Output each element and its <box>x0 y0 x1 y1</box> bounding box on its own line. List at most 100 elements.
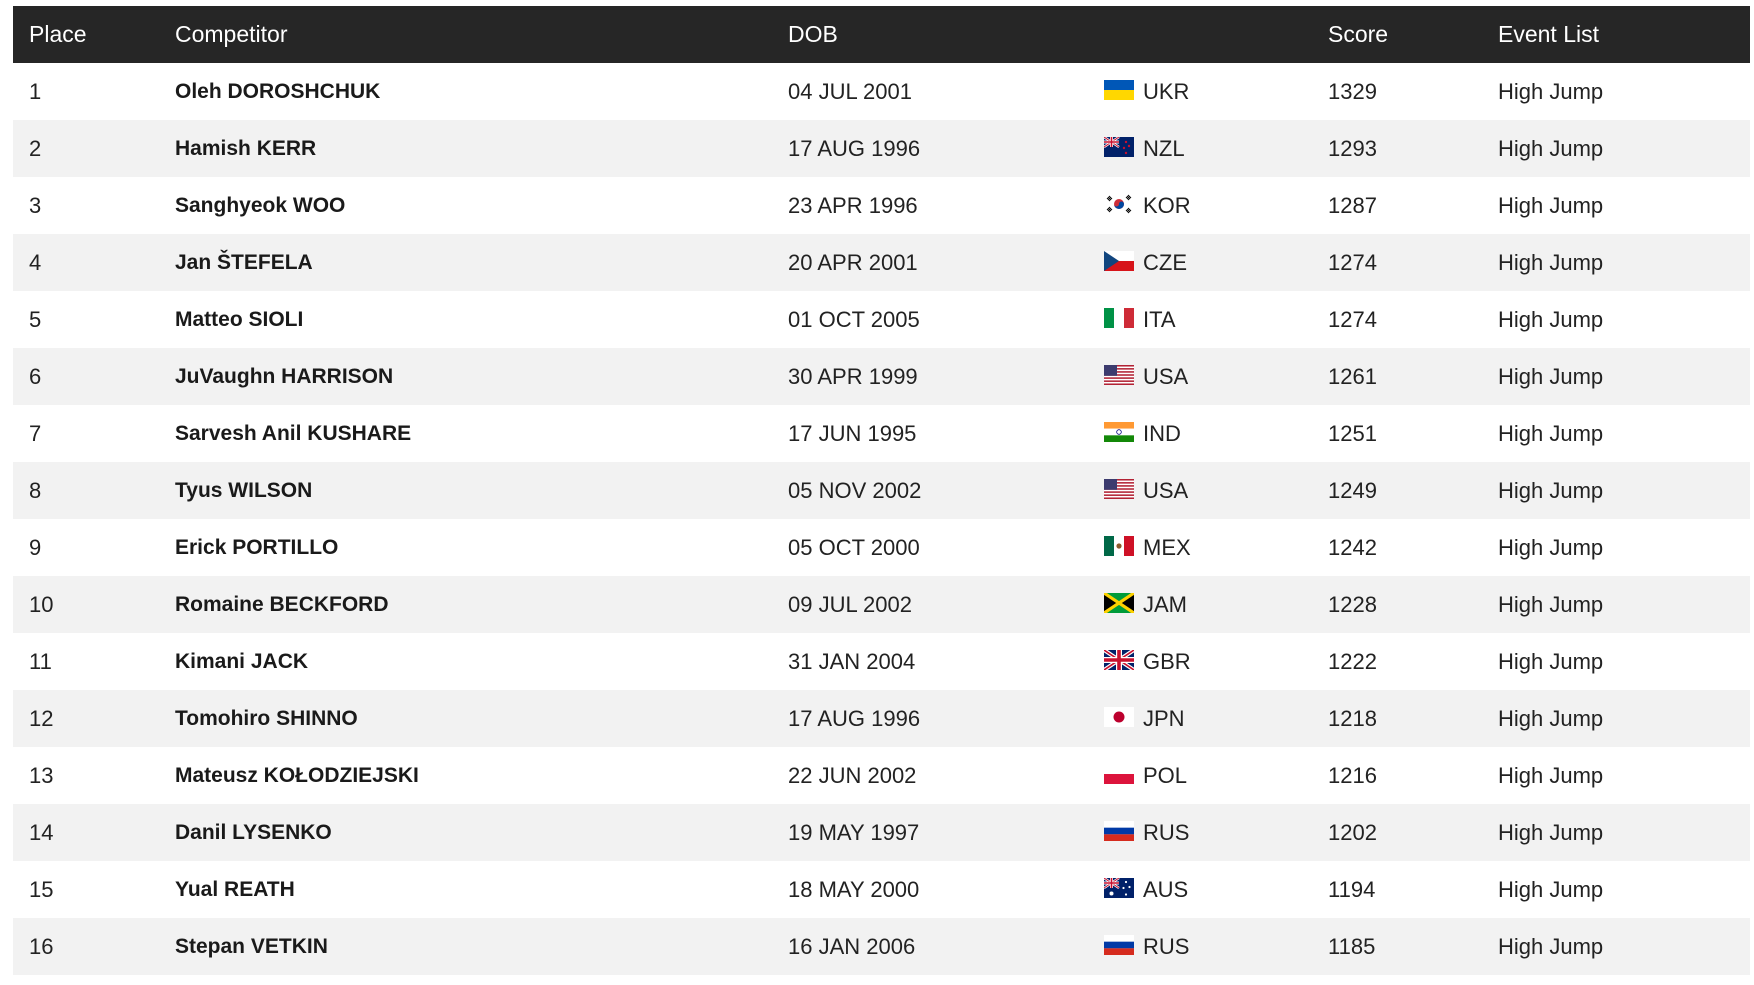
cell-competitor[interactable]: Tyus WILSON <box>175 462 788 519</box>
table-row[interactable]: 14 Danil LYSENKO 19 MAY 1997 RUS 1202 High Ju… <box>13 804 1750 861</box>
flag-jpn-icon <box>1104 706 1134 727</box>
cell-score: 1249 <box>1328 477 1377 503</box>
cell-competitor[interactable]: Matteo SIOLI <box>175 291 788 348</box>
table-row[interactable]: 10 Romaine BECKFORD 09 JUL 2002 JAM 1228 High… <box>13 576 1750 633</box>
cell-event-list[interactable]: High Jump <box>1498 918 1750 975</box>
cell-place: 1 <box>29 78 42 104</box>
table-row[interactable]: 7 Sarvesh Anil KUSHARE 17 JUN 1995 IND 1251 H… <box>13 405 1750 462</box>
column-header-competitor[interactable]: Competitor <box>175 6 788 63</box>
cell-competitor[interactable]: Erick PORTILLO <box>175 519 788 576</box>
cell-place: 6 <box>29 363 42 389</box>
table-row[interactable]: 9 Erick PORTILLO 05 OCT 2000 MEX 1242 High Ju… <box>13 519 1750 576</box>
cell-competitor[interactable]: Stepan VETKIN <box>175 918 788 975</box>
flag-gbr-icon <box>1104 649 1134 670</box>
nationality-code: RUS <box>1143 820 1190 846</box>
table-row[interactable]: 8 Tyus WILSON 05 NOV 2002 USA 1249 High Jump <box>13 462 1750 519</box>
nationality-code: UKR <box>1143 79 1190 105</box>
cell-score: 1228 <box>1328 591 1377 617</box>
flag-ita-icon <box>1104 307 1134 328</box>
cell-competitor[interactable]: JuVaughn HARRISON <box>175 348 788 405</box>
cell-event-list[interactable]: High Jump <box>1498 291 1750 348</box>
cell-score: 1261 <box>1328 363 1377 389</box>
cell-competitor[interactable]: Sanghyeok WOO <box>175 177 788 234</box>
cell-competitor[interactable]: Kimani JACK <box>175 633 788 690</box>
cell-nationality: MEX <box>1104 519 1328 576</box>
cell-dob: 05 OCT 2000 <box>788 534 920 560</box>
cell-event-list[interactable]: High Jump <box>1498 633 1750 690</box>
flag-usa-icon <box>1104 364 1134 385</box>
cell-event-list[interactable]: High Jump <box>1498 690 1750 747</box>
cell-event-list[interactable]: High Jump <box>1498 405 1750 462</box>
cell-competitor[interactable]: Romaine BECKFORD <box>175 576 788 633</box>
column-header-nationality <box>1104 6 1328 63</box>
column-header-score[interactable]: Score <box>1328 6 1498 63</box>
flag-rus-icon <box>1104 934 1134 955</box>
nationality-code: IND <box>1143 421 1181 447</box>
cell-place: 9 <box>29 534 42 560</box>
cell-place: 2 <box>29 135 42 161</box>
table-body: 1 Oleh DOROSHCHUK 04 JUL 2001 UKR 1329 High J… <box>13 63 1750 975</box>
cell-competitor[interactable]: Mateusz KOŁODZIEJSKI <box>175 747 788 804</box>
table-row[interactable]: 13 Mateusz KOŁODZIEJSKI 22 JUN 2002 POL 1216… <box>13 747 1750 804</box>
cell-event-list[interactable]: High Jump <box>1498 861 1750 918</box>
nationality-code: AUS <box>1143 877 1189 903</box>
table-row[interactable]: 5 Matteo SIOLI 01 OCT 2005 ITA 1274 High Jump <box>13 291 1750 348</box>
nationality-code: USA <box>1143 364 1189 390</box>
table-row[interactable]: 15 Yual REATH 18 MAY 2000 AUS 1194 High Jump <box>13 861 1750 918</box>
table-row[interactable]: 2 Hamish KERR 17 AUG 1996 NZL 1293 High Jump <box>13 120 1750 177</box>
cell-event-list[interactable]: High Jump <box>1498 120 1750 177</box>
rankings-table-container: Place Competitor DOB Score Event List 1 O… <box>13 6 1750 975</box>
nationality-code: KOR <box>1143 193 1191 219</box>
cell-place: 16 <box>29 933 54 959</box>
cell-event-list[interactable]: High Jump <box>1498 462 1750 519</box>
cell-dob: 18 MAY 2000 <box>788 876 920 902</box>
cell-dob: 31 JAN 2004 <box>788 648 916 674</box>
cell-competitor[interactable]: Hamish KERR <box>175 120 788 177</box>
cell-dob: 17 AUG 1996 <box>788 705 921 731</box>
cell-event-list[interactable]: High Jump <box>1498 348 1750 405</box>
cell-score: 1274 <box>1328 249 1377 275</box>
cell-competitor[interactable]: Sarvesh Anil KUSHARE <box>175 405 788 462</box>
column-header-event-list[interactable]: Event List <box>1498 6 1750 63</box>
cell-dob: 22 JUN 2002 <box>788 762 917 788</box>
cell-event-list[interactable]: High Jump <box>1498 576 1750 633</box>
cell-competitor[interactable]: Danil LYSENKO <box>175 804 788 861</box>
cell-dob: 23 APR 1996 <box>788 192 918 218</box>
nationality-code: GBR <box>1143 649 1191 675</box>
nationality-code: JPN <box>1143 706 1185 732</box>
cell-event-list[interactable]: High Jump <box>1498 519 1750 576</box>
cell-score: 1222 <box>1328 648 1377 674</box>
cell-event-list[interactable]: High Jump <box>1498 63 1750 120</box>
cell-place: 10 <box>29 591 54 617</box>
cell-competitor[interactable]: Oleh DOROSHCHUK <box>175 63 788 120</box>
cell-nationality: JAM <box>1104 576 1328 633</box>
table-row[interactable]: 16 Stepan VETKIN 16 JAN 2006 RUS 1185 High Ju… <box>13 918 1750 975</box>
cell-event-list[interactable]: High Jump <box>1498 177 1750 234</box>
cell-dob: 20 APR 2001 <box>788 249 918 275</box>
cell-dob: 01 OCT 2005 <box>788 306 920 332</box>
table-row[interactable]: 6 JuVaughn HARRISON 30 APR 1999 USA 1261 High… <box>13 348 1750 405</box>
cell-competitor[interactable]: Yual REATH <box>175 861 788 918</box>
flag-mex-icon <box>1104 535 1134 556</box>
table-row[interactable]: 11 Kimani JACK 31 JAN 2004 GBR 1222 High Jump <box>13 633 1750 690</box>
cell-event-list[interactable]: High Jump <box>1498 804 1750 861</box>
nationality-code: CZE <box>1143 250 1187 276</box>
nationality-code: POL <box>1143 763 1188 789</box>
cell-competitor[interactable]: Tomohiro SHINNO <box>175 690 788 747</box>
table-row[interactable]: 1 Oleh DOROSHCHUK 04 JUL 2001 UKR 1329 High J… <box>13 63 1750 120</box>
table-row[interactable]: 4 Jan ŠTEFELA 20 APR 2001 CZE 1274 High Jump <box>13 234 1750 291</box>
nationality-code: JAM <box>1143 592 1187 618</box>
column-header-place[interactable]: Place <box>13 6 175 63</box>
cell-score: 1216 <box>1328 762 1377 788</box>
cell-nationality: USA <box>1104 348 1328 405</box>
cell-competitor[interactable]: Jan ŠTEFELA <box>175 234 788 291</box>
column-header-dob[interactable]: DOB <box>788 6 1104 63</box>
cell-dob: 04 JUL 2001 <box>788 78 912 104</box>
table-row[interactable]: 3 Sanghyeok WOO 23 APR 1996 KOR 1287 High Jum… <box>13 177 1750 234</box>
cell-place: 4 <box>29 249 42 275</box>
cell-event-list[interactable]: High Jump <box>1498 747 1750 804</box>
cell-event-list[interactable]: High Jump <box>1498 234 1750 291</box>
nationality-code: RUS <box>1143 934 1190 960</box>
cell-nationality: IND <box>1104 405 1328 462</box>
table-row[interactable]: 12 Tomohiro SHINNO 17 AUG 1996 JPN 1218 High … <box>13 690 1750 747</box>
